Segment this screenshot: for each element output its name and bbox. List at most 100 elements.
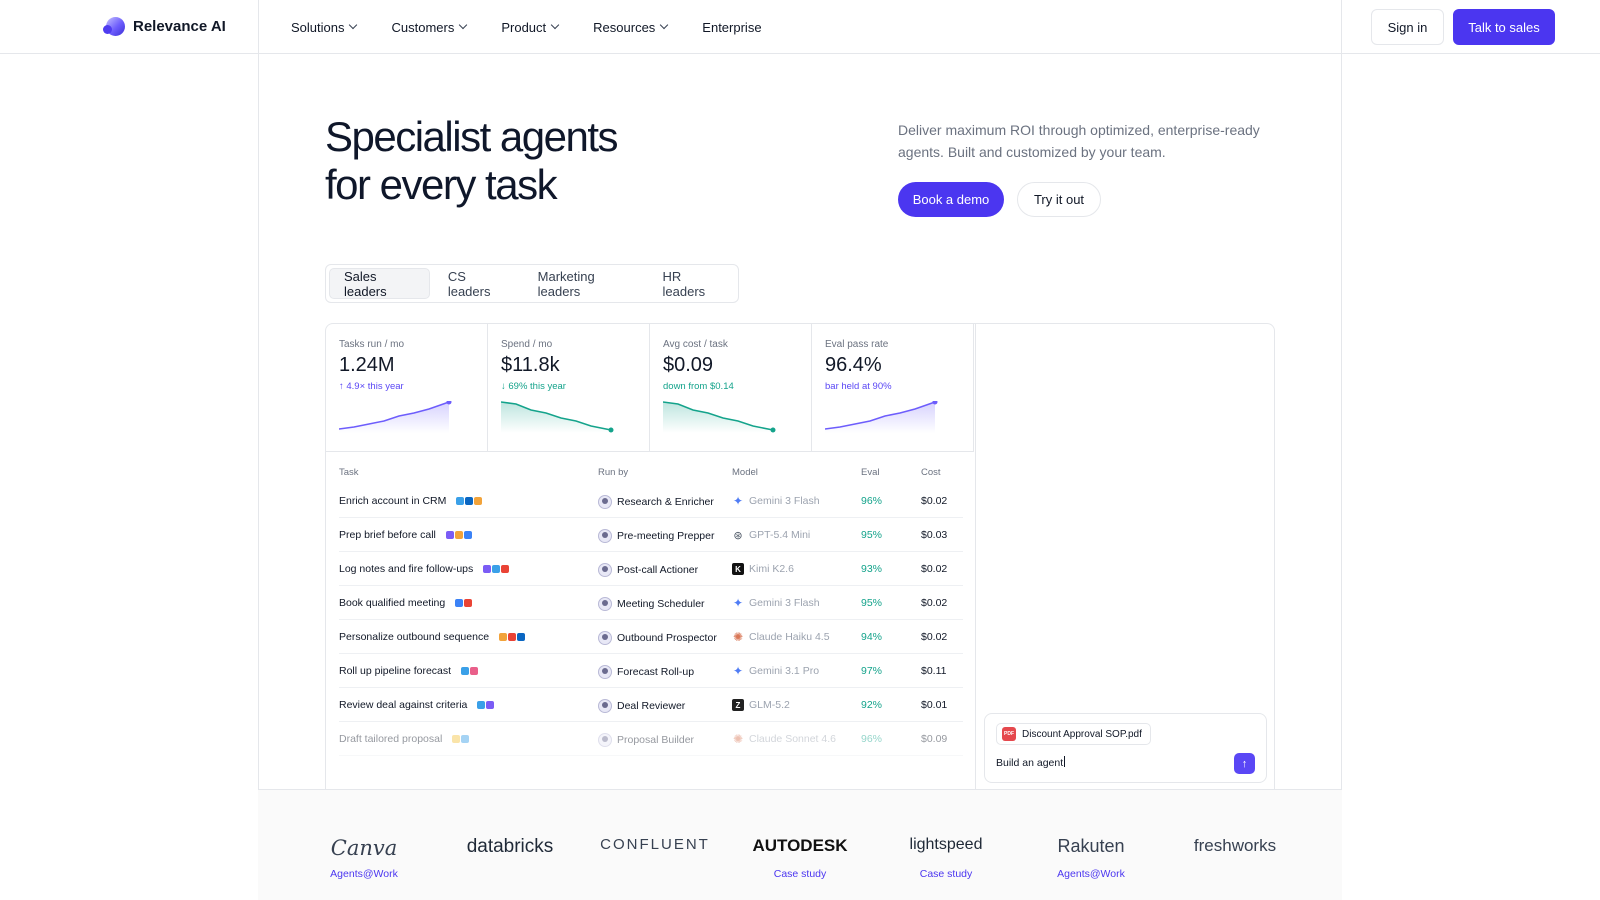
- customer-story-link[interactable]: Case study: [876, 868, 1016, 880]
- menu-enterprise[interactable]: Enterprise: [702, 20, 761, 35]
- table-row[interactable]: Roll up pipeline forecast Forecast Roll-u…: [339, 654, 963, 688]
- customer-logo[interactable]: databricks: [440, 836, 580, 858]
- agent-chat-box[interactable]: PDF Discount Approval SOP.pdf Build an a…: [984, 713, 1267, 783]
- try-it-out-button[interactable]: Try it out: [1017, 182, 1101, 217]
- cost-cell: $0.02: [921, 495, 948, 507]
- tab-marketing-leaders[interactable]: Marketing leaders: [524, 268, 645, 299]
- customer-story-link[interactable]: Agents@Work: [1021, 868, 1161, 880]
- menu-customers[interactable]: Customers: [391, 20, 468, 35]
- table-row[interactable]: Draft tailored proposal Proposal Builder ✺…: [339, 722, 963, 756]
- menu-resources[interactable]: Resources: [593, 20, 669, 35]
- metric-delta: ↓ 69% this year: [501, 381, 566, 392]
- eval-cell: 95%: [861, 597, 883, 609]
- integration-icon: [452, 735, 461, 743]
- sparkline: [501, 401, 614, 433]
- table-row[interactable]: Prep brief before call Pre-meeting Preppe…: [339, 518, 963, 552]
- menu-solutions[interactable]: Solutions: [291, 19, 358, 35]
- agent-avatar: [598, 631, 612, 645]
- task-name: Prep brief before call: [339, 529, 436, 541]
- metric-card: Eval pass rate 96.4% bar held at 90%: [812, 324, 974, 452]
- tab-sales-leaders[interactable]: Sales leaders: [329, 268, 430, 299]
- task-name: Personalize outbound sequence: [339, 631, 490, 643]
- customer-logo[interactable]: AUTODESK: [730, 836, 870, 856]
- attachment-name: Discount Approval SOP.pdf: [1022, 728, 1142, 740]
- task-name: Draft tailored proposal: [339, 733, 443, 745]
- arrow-up-icon: ↑: [1241, 757, 1248, 770]
- agent-name: Meeting Scheduler: [617, 598, 705, 610]
- customer-story-link[interactable]: Agents@Work: [294, 868, 434, 880]
- sign-in-button[interactable]: Sign in: [1371, 9, 1444, 45]
- run-by-cell: Research & Enricher: [598, 495, 714, 509]
- integration-icon: [445, 531, 454, 539]
- eval-cell: 96%: [861, 733, 883, 745]
- task-cell: Review deal against criteria: [339, 699, 495, 711]
- hero-title: Specialist agents for every task: [325, 113, 725, 209]
- talk-to-sales-button[interactable]: Talk to sales: [1453, 9, 1555, 45]
- model-cell: ✺ Claude Sonnet 4.6: [732, 732, 836, 746]
- model-name: Kimi K2.6: [749, 563, 794, 575]
- model-name: Claude Sonnet 4.6: [749, 733, 836, 745]
- task-cell: Roll up pipeline forecast: [339, 665, 479, 677]
- tab-hr-leaders[interactable]: HR leaders: [649, 268, 735, 299]
- integration-icon: [499, 633, 508, 641]
- menu-label: Solutions: [291, 19, 345, 35]
- brand-logo[interactable]: Relevance AI: [103, 17, 226, 36]
- integration-icon: [461, 735, 470, 743]
- eval-cell: 97%: [861, 665, 883, 677]
- task-name: Log notes and fire follow-ups: [339, 563, 474, 575]
- metric-delta: ↑ 4.9× this year: [339, 381, 404, 392]
- task-cell: Prep brief before call: [339, 529, 472, 541]
- chat-input[interactable]: Build an agent: [996, 756, 1065, 769]
- model-name: Gemini 3 Flash: [749, 597, 820, 609]
- model-name: Gemini 3 Flash: [749, 495, 820, 507]
- relevance-logo-icon: [103, 17, 125, 36]
- customer-logo-text: Rakuten: [1057, 836, 1125, 856]
- sparkline-area: [501, 402, 611, 433]
- model-cell: K Kimi K2.6: [732, 563, 794, 575]
- run-by-cell: Forecast Roll-up: [598, 665, 694, 679]
- integration-icon: [464, 599, 473, 607]
- metric-value: $0.09: [663, 354, 714, 376]
- col-header-cost: Cost: [921, 467, 941, 478]
- integration-icon: [517, 633, 526, 641]
- table-row[interactable]: Enrich account in CRM Research & Enricher…: [339, 484, 963, 518]
- task-name: Book qualified meeting: [339, 597, 446, 609]
- eval-cell: 92%: [861, 699, 883, 711]
- sparkline: [825, 401, 938, 433]
- customer-story-link[interactable]: Case study: [730, 868, 870, 880]
- customer-logo[interactable]: Canva: [294, 836, 434, 860]
- cost-cell: $0.03: [921, 529, 948, 541]
- integration-icon: [474, 497, 483, 505]
- left-guide-line: [258, 0, 259, 900]
- send-button[interactable]: ↑: [1234, 753, 1255, 774]
- metric-label: Tasks run / mo: [339, 339, 405, 350]
- customer-logo[interactable]: freshworks: [1165, 836, 1305, 856]
- cost-cell: $0.02: [921, 631, 948, 643]
- model-cell: ✦ Gemini 3.1 Pro: [732, 664, 819, 678]
- hero-subtitle: Deliver maximum ROI through optimized, e…: [898, 122, 1260, 160]
- table-row[interactable]: Personalize outbound sequence Outbound Pr…: [339, 620, 963, 654]
- book-demo-button[interactable]: Book a demo: [898, 182, 1004, 217]
- metric-card: Spend / mo $11.8k ↓ 69% this year: [488, 324, 650, 452]
- agent-name: Forecast Roll-up: [617, 666, 695, 678]
- customer-logo-text: lightspeed: [909, 836, 983, 853]
- metric-delta: bar held at 90%: [825, 381, 892, 392]
- gemini-icon: ✦: [732, 596, 744, 610]
- customer-logo[interactable]: lightspeed: [876, 836, 1016, 854]
- table-row[interactable]: Review deal against criteria Deal Reviewe…: [339, 688, 963, 722]
- agent-name: Proposal Builder: [617, 734, 695, 746]
- sparkline: [663, 401, 776, 433]
- sparkline-endpoint: [770, 427, 776, 433]
- customer-logo[interactable]: CONFLUENT: [585, 836, 725, 853]
- customer-logo[interactable]: Rakuten: [1021, 836, 1161, 857]
- attachment-chip[interactable]: PDF Discount Approval SOP.pdf: [996, 723, 1151, 745]
- cost-cell: $0.02: [921, 563, 948, 575]
- tab-cs-leaders[interactable]: CS leaders: [434, 268, 520, 299]
- menu-product[interactable]: Product: [501, 20, 560, 35]
- metric-value: 96.4%: [825, 354, 882, 376]
- task-cell: Draft tailored proposal: [339, 733, 470, 745]
- customer-logo-text: CONFLUENT: [600, 836, 710, 853]
- cost-cell: $0.09: [921, 733, 948, 745]
- table-row[interactable]: Book qualified meeting Meeting Scheduler ✦…: [339, 586, 963, 620]
- table-row[interactable]: Log notes and fire follow-ups Post-call A…: [339, 552, 963, 586]
